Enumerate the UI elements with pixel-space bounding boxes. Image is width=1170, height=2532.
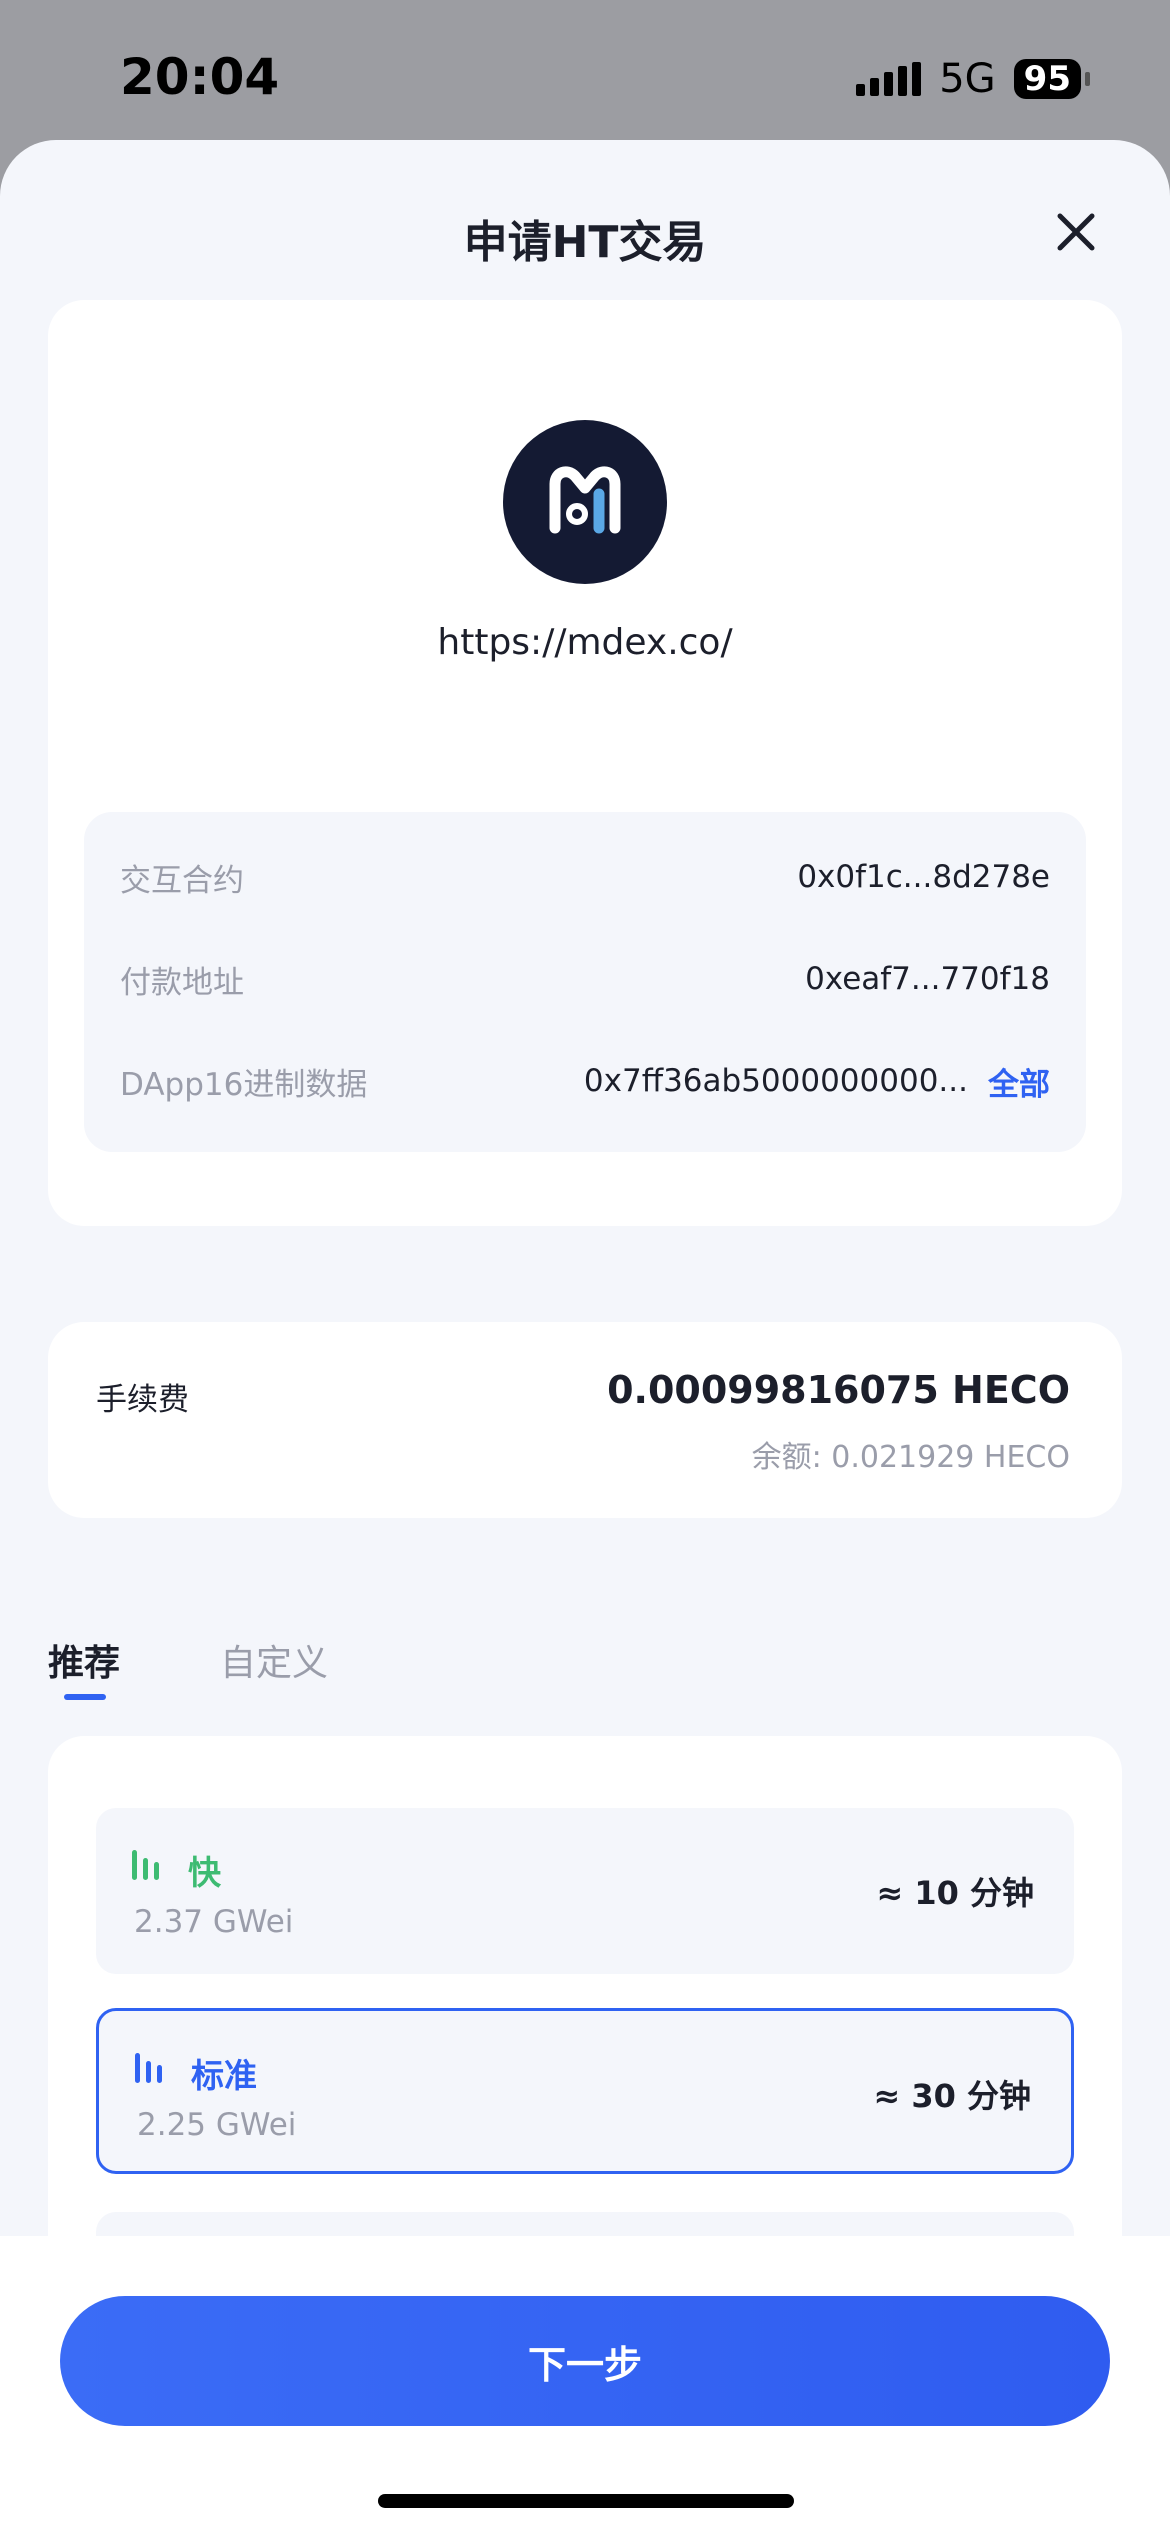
info-value: 0x7ff36ab5000000000... <box>583 1063 968 1099</box>
speed-name: 标准 <box>191 2056 257 2095</box>
speed-time: ≈ 10 分钟 <box>876 1874 1034 1912</box>
info-row-hex-data: DApp16进制数据 0x7ff36ab5000000000... 全部 <box>120 1056 1050 1106</box>
speed-time: ≈ 30 分钟 <box>873 2077 1031 2115</box>
close-button[interactable] <box>1052 208 1100 256</box>
fee-card: 手续费 0.00099816075 HECO 余额: 0.021929 HECO <box>48 1322 1122 1518</box>
fee-label: 手续费 <box>96 1382 189 1418</box>
status-time: 20:04 <box>120 48 280 106</box>
info-label: DApp16进制数据 <box>120 1066 368 1103</box>
speed-name: 快 <box>188 1853 221 1892</box>
dapp-url: https://mdex.co/ <box>437 622 733 663</box>
speed-gwei: 2.37 GWei <box>134 1904 294 1940</box>
info-label: 付款地址 <box>120 964 244 1001</box>
mdex-logo-icon <box>503 420 667 584</box>
battery-level: 95 <box>1013 59 1081 99</box>
fee-tabs: 推荐 自定义 <box>48 1634 328 1700</box>
status-indicators: 5G 95 <box>856 56 1090 102</box>
show-all-link[interactable]: 全部 <box>988 1059 1050 1104</box>
tab-custom[interactable]: 自定义 <box>220 1634 328 1686</box>
tab-recommended[interactable]: 推荐 <box>48 1634 120 1700</box>
info-label: 交互合约 <box>120 862 244 899</box>
info-value: 0x0f1c...8d278e <box>797 859 1050 895</box>
fee-amount: 0.00099816075 HECO <box>607 1368 1070 1412</box>
speed-gwei: 2.25 GWei <box>137 2107 297 2143</box>
signal-icon <box>856 62 922 96</box>
speed-bars-icon <box>135 2053 162 2083</box>
home-indicator <box>378 2494 794 2508</box>
speed-option-standard[interactable]: 标准 2.25 GWei ≈ 30 分钟 <box>96 2008 1074 2174</box>
battery-icon: 95 <box>1013 59 1090 99</box>
info-value: 0xeaf7...770f18 <box>805 961 1050 997</box>
next-button[interactable]: 下一步 <box>60 2296 1110 2426</box>
sheet-title: 申请HT交易 <box>463 217 707 268</box>
network-type: 5G <box>939 56 996 102</box>
speed-bars-icon <box>132 1850 159 1880</box>
speed-option-fast[interactable]: 快 2.37 GWei ≈ 10 分钟 <box>96 1808 1074 1974</box>
tab-underline <box>64 1694 106 1700</box>
dapp-card: https://mdex.co/ 交互合约 0x0f1c...8d278e 付款… <box>48 300 1122 1226</box>
status-bar: 20:04 5G 95 <box>0 0 1170 140</box>
info-row-contract: 交互合约 0x0f1c...8d278e <box>120 852 1050 902</box>
footer: 下一步 <box>0 2236 1170 2532</box>
close-icon <box>1057 213 1095 251</box>
transaction-sheet: 申请HT交易 https://mdex.co/ 交互合约 0x0f1c...8d… <box>0 140 1170 2532</box>
balance-text: 余额: 0.021929 HECO <box>751 1440 1070 1475</box>
transaction-info: 交互合约 0x0f1c...8d278e 付款地址 0xeaf7...770f1… <box>84 812 1086 1152</box>
info-row-payer: 付款地址 0xeaf7...770f18 <box>120 954 1050 1004</box>
